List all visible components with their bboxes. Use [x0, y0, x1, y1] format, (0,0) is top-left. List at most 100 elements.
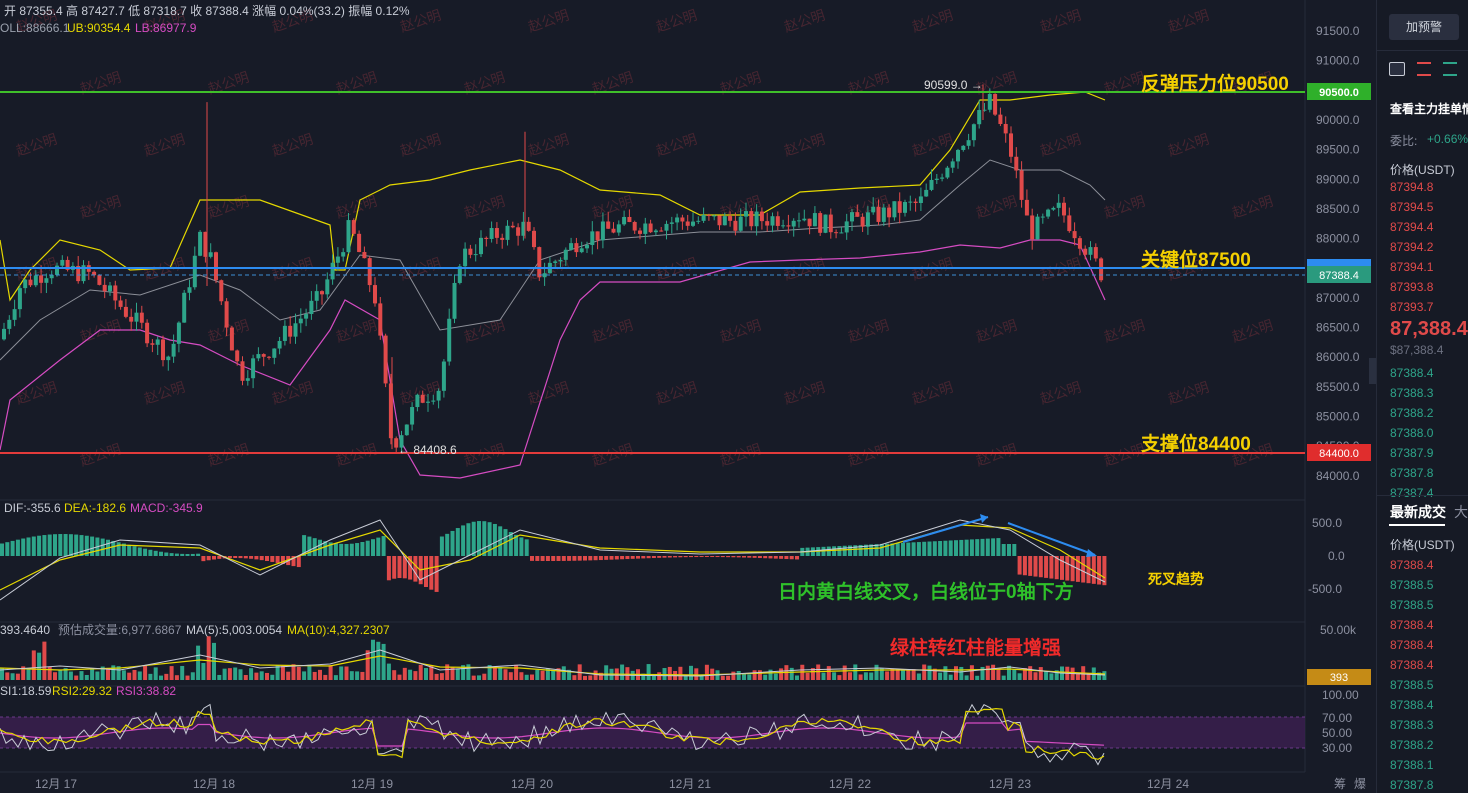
candle-body: [304, 314, 309, 319]
macd-histogram-bar: [519, 537, 524, 556]
bids-only-icon[interactable]: [1443, 62, 1457, 76]
macd-histogram-bar: [726, 556, 731, 558]
tab-latest-trades[interactable]: 最新成交: [1390, 502, 1446, 522]
low-note: ← 84408.6: [398, 443, 457, 457]
candle-body: [632, 221, 637, 231]
macd-histogram-bar: [636, 556, 640, 559]
volume-bar: [1017, 673, 1022, 680]
main-orders-link[interactable]: 查看主力挂单情: [1390, 100, 1468, 117]
macd-histogram-bar: [1007, 544, 1011, 556]
candle-body: [754, 211, 759, 227]
macd-histogram-bar: [710, 556, 715, 558]
candle-body: [717, 215, 722, 226]
macd-histogram-bar: [630, 556, 635, 559]
candle-body: [940, 177, 945, 179]
candle-body: [945, 167, 950, 178]
macd-histogram-bar: [47, 534, 52, 556]
volume-bar: [535, 669, 540, 680]
candle-body: [696, 220, 701, 222]
macd-histogram-bar: [842, 545, 847, 556]
macd-histogram-bar: [980, 538, 985, 556]
macd-histogram-bar: [265, 556, 269, 561]
macd-histogram-bar: [482, 521, 487, 556]
add-alert-button[interactable]: 加预警: [1389, 14, 1459, 40]
candle-body: [876, 206, 881, 222]
active-tab-indicator: [1389, 524, 1445, 526]
volume-bar: [471, 675, 476, 680]
candle-body: [733, 220, 738, 231]
ask-price: 87394.8: [1390, 180, 1434, 194]
macd-histogram-bar: [583, 556, 587, 561]
volume-bar: [58, 669, 63, 680]
macd-histogram-bar: [964, 539, 969, 556]
macd-histogram-bar: [492, 523, 497, 556]
volume-bar: [190, 672, 195, 680]
macd-histogram-bar: [339, 543, 344, 556]
volume-bar: [927, 665, 932, 680]
volume-bar: [1007, 665, 1011, 680]
macd-histogram-bar: [143, 548, 148, 556]
macd-histogram-bar: [678, 556, 683, 558]
macd-histogram-bar: [21, 538, 26, 556]
volume-bar: [588, 675, 593, 680]
volume-bar: [1044, 671, 1049, 680]
volume-bar: [874, 664, 879, 680]
volume-bar: [948, 674, 953, 680]
kline-chart[interactable]: 赵公明 赵公明 赵公明 赵公明 赵公明 赵公明 赵公明 赵公明 赵公明 赵公明赵公明 赵公明 赵公明赵…: [0, 0, 1376, 793]
volume-bar: [466, 664, 471, 680]
volume-bar: [312, 671, 317, 680]
candle-body: [881, 207, 886, 222]
volume-bar: [901, 669, 905, 680]
volume-bar: [832, 672, 837, 680]
candle-body: [887, 207, 892, 218]
chip-button[interactable]: 筹: [1334, 777, 1346, 791]
volume-bar: [911, 669, 916, 680]
candle-body: [161, 339, 165, 361]
macd-histogram-bar: [392, 556, 397, 579]
volume-bar: [217, 674, 222, 680]
asks-only-icon[interactable]: [1417, 62, 1431, 76]
volume-bar: [254, 672, 259, 680]
peak-note: 90599.0 →: [924, 78, 983, 92]
volume-bar: [180, 665, 185, 680]
macd-histogram-bar: [371, 539, 375, 556]
volume-annotation: 绿柱转红柱能量增强: [890, 636, 1061, 659]
tab-large-trades[interactable]: 大: [1454, 502, 1468, 522]
candle-body: [473, 254, 478, 256]
macd-histogram-bar: [959, 539, 964, 556]
macd-histogram-bar: [127, 544, 132, 556]
macd-histogram-bar: [996, 538, 1001, 556]
candle-body: [701, 214, 706, 221]
volume-bar: [339, 666, 344, 680]
burst-button[interactable]: 爆: [1354, 777, 1366, 791]
macd-histogram-bar: [429, 556, 434, 590]
volume-bar: [159, 675, 163, 680]
macd-histogram-bar: [720, 556, 725, 558]
candle-body: [240, 361, 245, 381]
volume-bar: [333, 675, 338, 680]
candle-body: [1088, 247, 1093, 255]
macd-histogram-bar: [137, 547, 142, 556]
macd-histogram-bar: [651, 556, 656, 559]
macd-histogram-bar: [763, 556, 768, 559]
volume-bar: [742, 673, 746, 680]
macd-histogram-bar: [641, 556, 646, 559]
volume-bar: [53, 672, 57, 680]
time-axis-label: 12月 24: [1147, 777, 1189, 791]
macd-histogram-bar: [837, 546, 842, 556]
candle-body: [192, 255, 197, 288]
macd-histogram-bar: [662, 556, 667, 558]
collapse-handle[interactable]: [1369, 358, 1376, 384]
macd-histogram-bar: [577, 556, 582, 561]
trading-app: 赵公明 赵公明 赵公明 赵公明 赵公明 赵公明 赵公明 赵公明 赵公明 赵公明 赵公明 赵公明 赵公明赵…: [0, 0, 1468, 793]
macd-histogram-bar: [832, 546, 837, 556]
volume-bar: [561, 666, 566, 680]
candle-body: [33, 275, 38, 286]
macd-histogram-bar: [397, 556, 402, 579]
volume-bar: [243, 675, 248, 680]
macd-histogram-bar: [100, 538, 105, 556]
candle-body: [998, 114, 1003, 124]
both-sides-icon[interactable]: [1389, 62, 1405, 76]
candle-body: [367, 258, 372, 286]
volume-bar: [683, 675, 688, 680]
